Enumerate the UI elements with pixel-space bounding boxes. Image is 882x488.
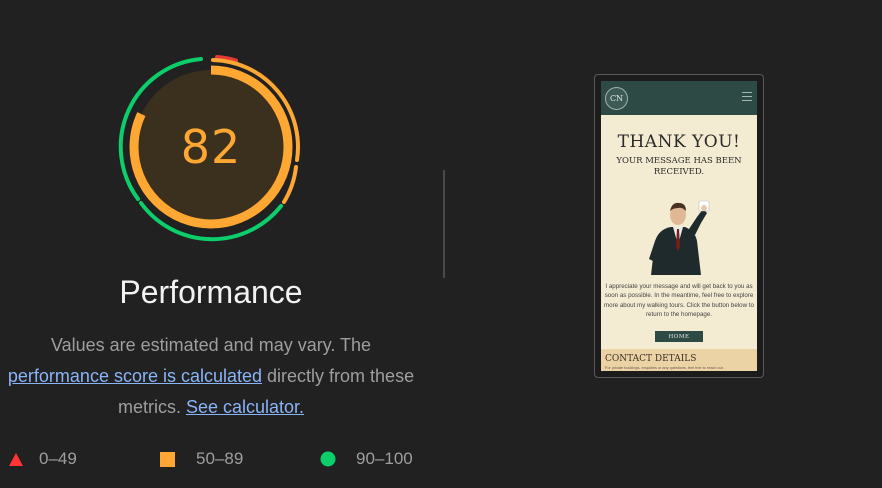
square-icon — [160, 451, 175, 467]
screenshot-screen: CN THANK YOU! YOUR MESSAGE HAS BEEN RECE… — [601, 81, 757, 371]
site-logo: CN — [605, 87, 628, 110]
legend-fail-label: 0–49 — [39, 449, 77, 468]
legend-pass-label: 90–100 — [356, 449, 413, 468]
category-title: Performance — [119, 274, 303, 310]
circle-icon — [320, 451, 336, 467]
description-line1: Values are estimated and may vary. The — [50, 335, 372, 355]
site-navbar: CN — [601, 81, 757, 115]
thank-you-body: I appreciate your message and will get b… — [604, 283, 754, 318]
home-button: HOME — [655, 331, 703, 342]
description-line3: metrics. — [117, 397, 186, 417]
score-calculated-link[interactable]: performance score is calculated — [8, 366, 262, 386]
score-value: 82 — [180, 120, 242, 174]
hamburger-menu-icon — [742, 92, 752, 104]
man-with-cup-image — [649, 200, 710, 275]
legend-average: 50–89 — [160, 448, 243, 470]
final-screenshot[interactable]: CN THANK YOU! YOUR MESSAGE HAS BEEN RECE… — [594, 74, 764, 378]
performance-gauge: 82 — [116, 52, 306, 242]
message-received-subheading: YOUR MESSAGE HAS BEEN RECEIVED. — [616, 156, 742, 177]
see-calculator-link[interactable]: See calculator. — [186, 397, 304, 417]
score-description: Values are estimated and may vary. The p… — [0, 330, 422, 423]
triangle-icon — [9, 452, 23, 466]
contact-subtitle: For private bookings, enquiries or any q… — [605, 366, 723, 370]
legend-average-label: 50–89 — [196, 449, 244, 468]
legend-pass: 90–100 — [320, 448, 413, 470]
contact-title: CONTACT DETAILS — [605, 354, 697, 364]
thank-you-heading: THANK YOU! — [617, 132, 741, 152]
contact-section: CONTACT DETAILS For private bookings, en… — [601, 349, 757, 371]
legend-fail: 0–49 — [8, 448, 77, 470]
description-line2: directly from these — [262, 366, 415, 386]
section-divider — [443, 170, 445, 278]
